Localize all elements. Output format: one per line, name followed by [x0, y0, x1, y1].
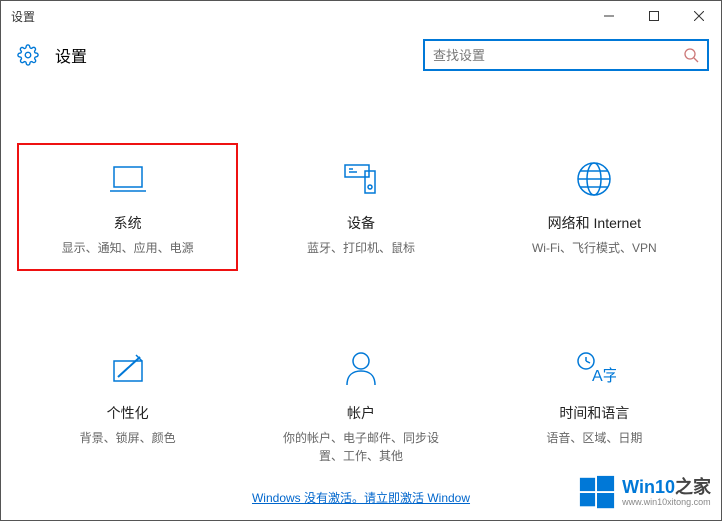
page-title: 设置 — [55, 43, 87, 67]
tile-accounts[interactable]: 帐户 你的帐户、电子邮件、同步设置、工作、其他 — [254, 337, 467, 475]
gear-icon — [17, 44, 39, 66]
svg-text:A字: A字 — [592, 367, 616, 385]
windows-logo-icon — [578, 474, 616, 512]
maximize-button[interactable] — [631, 1, 676, 31]
watermark-suffix: 之家 — [675, 477, 711, 497]
tile-desc: 语音、区域、日期 — [546, 429, 642, 447]
search-input[interactable] — [433, 48, 683, 63]
tile-title: 时间和语言 — [559, 403, 629, 423]
personalization-icon — [106, 347, 150, 391]
tile-desc: 背景、锁屏、颜色 — [80, 429, 176, 447]
tile-devices[interactable]: 设备 蓝牙、打印机、鼠标 — [254, 147, 467, 267]
tile-desc: 显示、通知、应用、电源 — [62, 239, 194, 257]
watermark-brand: Win10 — [622, 477, 675, 497]
person-icon — [339, 347, 383, 391]
settings-grid: 系统 显示、通知、应用、电源 设备 蓝牙、打印机、鼠标 网络和 Internet… — [1, 87, 721, 475]
tile-title: 网络和 Internet — [548, 213, 641, 233]
devices-icon — [339, 157, 383, 201]
tile-desc: Wi-Fi、飞行模式、VPN — [532, 239, 657, 257]
tile-title: 帐户 — [347, 403, 375, 423]
tile-time-language[interactable]: A字 时间和语言 语音、区域、日期 — [488, 337, 701, 475]
laptop-icon — [106, 157, 150, 201]
search-icon — [683, 47, 699, 63]
tile-title: 个性化 — [107, 403, 149, 423]
tile-personalization[interactable]: 个性化 背景、锁屏、颜色 — [21, 337, 234, 475]
tile-desc: 蓝牙、打印机、鼠标 — [307, 239, 415, 257]
watermark-text: Win10之家 www.win10xitong.com — [622, 478, 711, 508]
window-title: 设置 — [11, 8, 35, 25]
watermark: Win10之家 www.win10xitong.com — [574, 472, 715, 514]
globe-icon — [572, 157, 616, 201]
search-box[interactable] — [423, 39, 709, 71]
minimize-button[interactable] — [586, 1, 631, 31]
watermark-url: www.win10xitong.com — [622, 498, 711, 508]
titlebar: 设置 — [1, 1, 721, 31]
close-button[interactable] — [676, 1, 721, 31]
header: 设置 — [1, 31, 721, 87]
tile-network[interactable]: 网络和 Internet Wi-Fi、飞行模式、VPN — [488, 147, 701, 267]
tile-title: 设备 — [347, 213, 375, 233]
tile-system[interactable]: 系统 显示、通知、应用、电源 — [21, 147, 234, 267]
activation-link[interactable]: Windows 没有激活。请立即激活 Window — [252, 489, 470, 506]
tile-title: 系统 — [114, 213, 142, 233]
time-language-icon: A字 — [572, 347, 616, 391]
window-controls — [586, 1, 721, 31]
tile-desc: 你的帐户、电子邮件、同步设置、工作、其他 — [276, 429, 446, 465]
